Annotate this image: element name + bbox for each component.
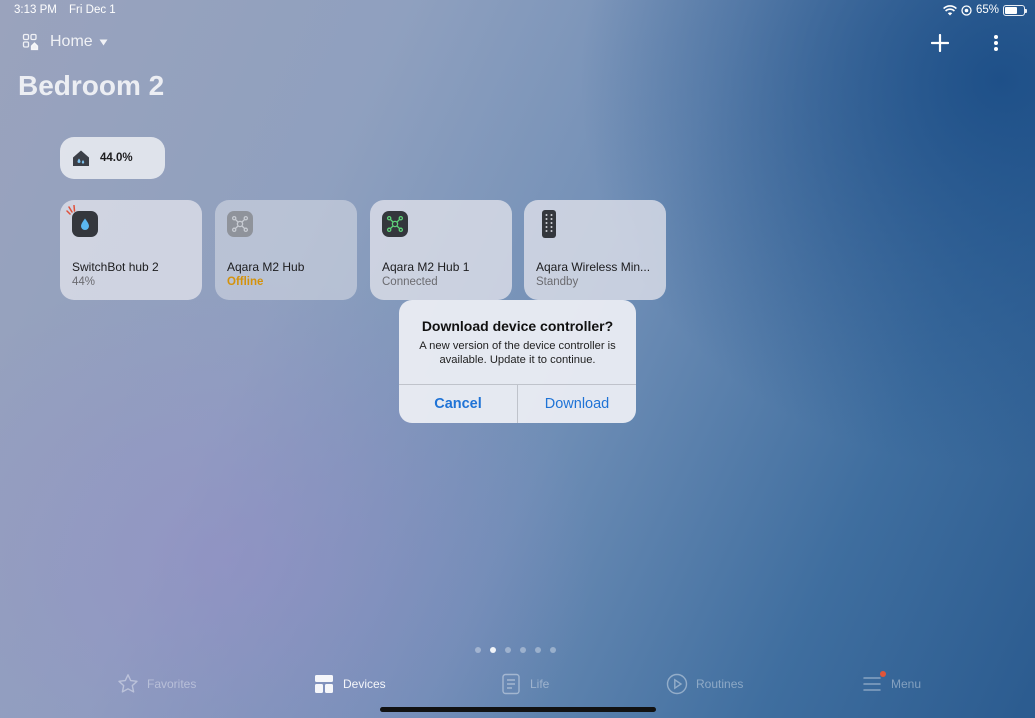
plus-icon <box>931 34 949 52</box>
tab-life[interactable]: Life <box>500 673 549 695</box>
device-name: Aqara M2 Hub 1 <box>382 260 470 274</box>
hub-icon <box>382 211 408 237</box>
tab-menu[interactable]: Menu <box>861 671 922 695</box>
device-name: SwitchBot hub 2 <box>72 260 159 274</box>
humidity-value: 44.0% <box>100 152 133 164</box>
tab-label: Devices <box>343 677 386 691</box>
more-button[interactable] <box>983 30 1009 56</box>
page-indicator[interactable] <box>475 647 556 653</box>
life-doc-icon <box>500 673 522 695</box>
devices-grid-icon <box>313 673 335 695</box>
battery-fill <box>1005 6 1017 14</box>
tab-label: Life <box>530 677 550 691</box>
signal-alert-icon <box>66 205 76 215</box>
tab-devices[interactable]: Devices <box>313 673 386 695</box>
tab-label: Routines <box>696 677 744 691</box>
home-selector[interactable]: Home <box>22 33 108 51</box>
device-tile-switchbot-hub-2[interactable]: SwitchBot hub 2 44% <box>60 200 202 300</box>
status-bar: 3:13 PM Fri Dec 1 65% <box>14 4 1027 18</box>
top-actions <box>927 30 1009 56</box>
status-left: 3:13 PM Fri Dec 1 <box>14 4 125 16</box>
wifi-icon <box>943 4 957 15</box>
page-dot[interactable] <box>475 647 481 653</box>
download-controller-dialog: Download device controller? A new versio… <box>399 300 636 423</box>
device-tile-aqara-m2-hub[interactable]: Aqara M2 Hub Offline <box>215 200 357 300</box>
tab-label: Menu <box>891 677 922 691</box>
home-indicator[interactable] <box>380 707 656 712</box>
device-name: Aqara Wireless Min... <box>536 260 651 274</box>
dialog-title: Download device controller? <box>421 318 614 334</box>
battery-percent: 65% <box>975 4 999 16</box>
notification-badge <box>880 671 886 677</box>
star-icon <box>117 673 139 695</box>
location-lock-icon <box>961 4 972 16</box>
status-date: Fri Dec 1 <box>69 4 116 16</box>
status-right: 65% <box>943 4 1027 16</box>
cancel-button[interactable]: Cancel <box>399 385 518 423</box>
page-dot[interactable] <box>535 647 541 653</box>
device-status: Connected <box>382 276 438 288</box>
page-dot-active[interactable] <box>490 647 496 653</box>
device-status: 44% <box>72 276 96 288</box>
home-humidity-icon <box>73 150 89 166</box>
tab-label: Favorites <box>147 677 197 691</box>
hub-icon <box>227 211 253 237</box>
page-dot[interactable] <box>505 647 511 653</box>
remote-icon <box>536 210 562 238</box>
page-dot[interactable] <box>520 647 526 653</box>
battery-icon <box>1003 4 1027 16</box>
device-status-offline: Offline <box>227 276 264 288</box>
device-tile-aqara-m2-hub-1[interactable]: Aqara M2 Hub 1 Connected <box>370 200 512 300</box>
page-dot[interactable] <box>550 647 556 653</box>
water-drop-icon <box>66 205 98 237</box>
dialog-message: A new version of the device controller i… <box>419 340 616 366</box>
more-vertical-icon <box>994 35 998 51</box>
download-button[interactable]: Download <box>518 385 636 423</box>
tab-routines[interactable]: Routines <box>666 673 743 695</box>
play-circle-icon <box>666 673 688 695</box>
caret-down-icon <box>99 39 108 45</box>
tab-favorites[interactable]: Favorites <box>117 673 196 695</box>
device-status: Standby <box>536 276 579 288</box>
home-grid-icon <box>22 33 39 51</box>
home-label: Home <box>50 33 93 50</box>
humidity-sensor-pill[interactable]: 44.0% <box>60 137 165 179</box>
add-button[interactable] <box>927 30 953 56</box>
menu-icon <box>861 671 886 695</box>
page-title: Bedroom 2 <box>18 70 165 101</box>
dialog-actions: Cancel Download <box>399 384 636 423</box>
tab-bar: Favorites Devices Life Routines Menu <box>0 670 1035 702</box>
device-tile-aqara-wireless-mini[interactable]: Aqara Wireless Min... Standby <box>524 200 666 300</box>
device-name: Aqara M2 Hub <box>227 260 305 274</box>
status-time: 3:13 PM <box>14 4 57 16</box>
